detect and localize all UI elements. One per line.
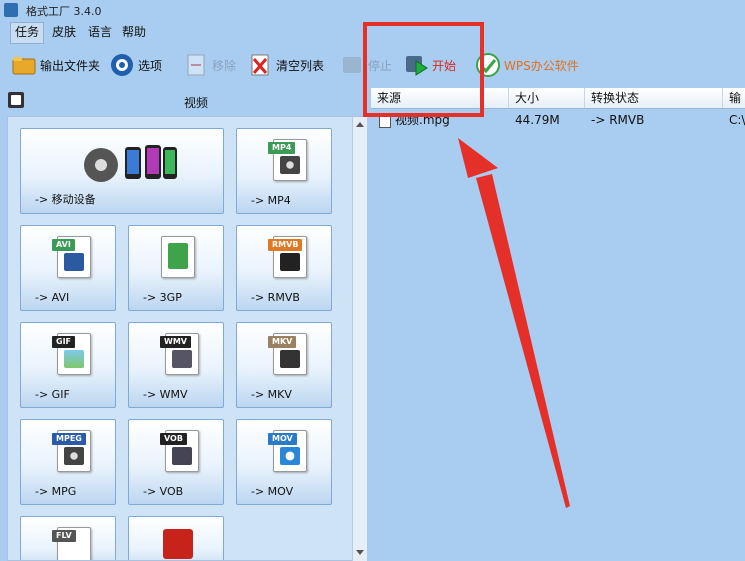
card-mobile-device[interactable]: -> 移动设备 bbox=[20, 128, 224, 214]
window-title: 格式工厂 3.4.0 bbox=[26, 5, 102, 18]
mov-file-icon: MOV bbox=[268, 430, 307, 472]
card-label: -> VOB bbox=[143, 485, 184, 498]
scroll-down-icon[interactable] bbox=[356, 550, 364, 555]
3gp-file-icon bbox=[161, 236, 195, 278]
card-flv[interactable]: FLV bbox=[20, 516, 116, 560]
stop-icon bbox=[340, 53, 364, 77]
highlight-box bbox=[363, 22, 484, 117]
card-label: -> MP4 bbox=[251, 194, 291, 207]
card-label: -> MOV bbox=[251, 485, 294, 498]
remove-label: 移除 bbox=[212, 58, 237, 73]
menu-task[interactable]: 任务 bbox=[10, 22, 45, 44]
row-output: C:\ bbox=[729, 113, 745, 127]
remove-icon bbox=[184, 53, 208, 77]
wmv-file-icon: WMV bbox=[160, 333, 199, 375]
menu-help[interactable]: 帮助 bbox=[118, 22, 150, 42]
card-mov[interactable]: MOV -> MOV bbox=[236, 419, 332, 505]
card-gif[interactable]: GIF -> GIF bbox=[20, 322, 116, 408]
card-mpg[interactable]: MPEG -> MPG bbox=[20, 419, 116, 505]
app-icon bbox=[4, 3, 18, 17]
gif-file-icon: GIF bbox=[52, 333, 91, 375]
clear-list-icon bbox=[248, 53, 272, 77]
remove-button[interactable]: 移除 bbox=[184, 52, 236, 78]
card-label: -> GIF bbox=[35, 388, 70, 401]
mkv-file-icon: MKV bbox=[268, 333, 307, 375]
column-status[interactable]: 转换状态 bbox=[585, 88, 723, 108]
avi-file-icon: AVI bbox=[52, 236, 91, 278]
flash-icon bbox=[163, 529, 193, 559]
output-folder-label: 输出文件夹 bbox=[40, 58, 101, 73]
video-category-icon bbox=[8, 92, 24, 108]
wps-label: WPS办公软件 bbox=[504, 58, 579, 73]
options-icon bbox=[110, 53, 134, 77]
mobile-device-icon bbox=[84, 145, 177, 182]
format-panel-scrollbar[interactable] bbox=[352, 117, 367, 561]
clear-list-label: 清空列表 bbox=[276, 58, 325, 73]
folder-icon bbox=[12, 53, 36, 77]
output-folder-button[interactable]: 输出文件夹 bbox=[12, 52, 100, 78]
card-avi[interactable]: AVI -> AVI bbox=[20, 225, 116, 311]
card-label: -> 移动设备 bbox=[35, 193, 96, 206]
vob-file-icon: VOB bbox=[160, 430, 199, 472]
mpg-file-icon: MPEG bbox=[52, 430, 91, 472]
wps-button[interactable]: WPS办公软件 bbox=[476, 52, 579, 78]
card-label: -> WMV bbox=[143, 388, 188, 401]
options-button[interactable]: 选项 bbox=[110, 52, 162, 78]
card-mp4[interactable]: MP4 -> MP4 bbox=[236, 128, 332, 214]
options-label: 选项 bbox=[138, 58, 163, 73]
card-wmv[interactable]: WMV -> WMV bbox=[128, 322, 224, 408]
mp4-file-icon: MP4 bbox=[268, 139, 307, 181]
column-output[interactable]: 输出 bbox=[723, 88, 745, 108]
card-label: -> MPG bbox=[35, 485, 77, 498]
card-label: -> RMVB bbox=[251, 291, 300, 304]
flv-file-icon: FLV bbox=[52, 527, 91, 560]
format-panel: -> 移动设备 MP4 -> MP4 AVI -> AVI -> 3GP RMV… bbox=[7, 116, 367, 561]
title-bar: 格式工厂 3.4.0 bbox=[0, 0, 745, 20]
card-label: -> AVI bbox=[35, 291, 70, 304]
card-vob[interactable]: VOB -> VOB bbox=[128, 419, 224, 505]
card-swf[interactable] bbox=[128, 516, 224, 560]
clear-list-button[interactable]: 清空列表 bbox=[248, 52, 324, 78]
card-rmvb[interactable]: RMVB -> RMVB bbox=[236, 225, 332, 311]
card-label: -> 3GP bbox=[143, 291, 182, 304]
scroll-up-icon[interactable] bbox=[356, 122, 364, 127]
card-label: -> MKV bbox=[251, 388, 292, 401]
rmvb-file-icon: RMVB bbox=[268, 236, 307, 278]
menu-language[interactable]: 语言 bbox=[84, 22, 116, 42]
section-label: 视频 bbox=[184, 96, 209, 110]
column-size[interactable]: 大小 bbox=[509, 88, 585, 108]
row-size: 44.79M bbox=[515, 113, 560, 127]
row-status: -> RMVB bbox=[591, 113, 645, 127]
menu-skin[interactable]: 皮肤 bbox=[48, 22, 80, 42]
card-mkv[interactable]: MKV -> MKV bbox=[236, 322, 332, 408]
card-3gp[interactable]: -> 3GP bbox=[128, 225, 224, 311]
task-list: 来源 大小 转换状态 输出 视频.mpg 44.79M -> RMVB C:\ bbox=[371, 86, 745, 561]
